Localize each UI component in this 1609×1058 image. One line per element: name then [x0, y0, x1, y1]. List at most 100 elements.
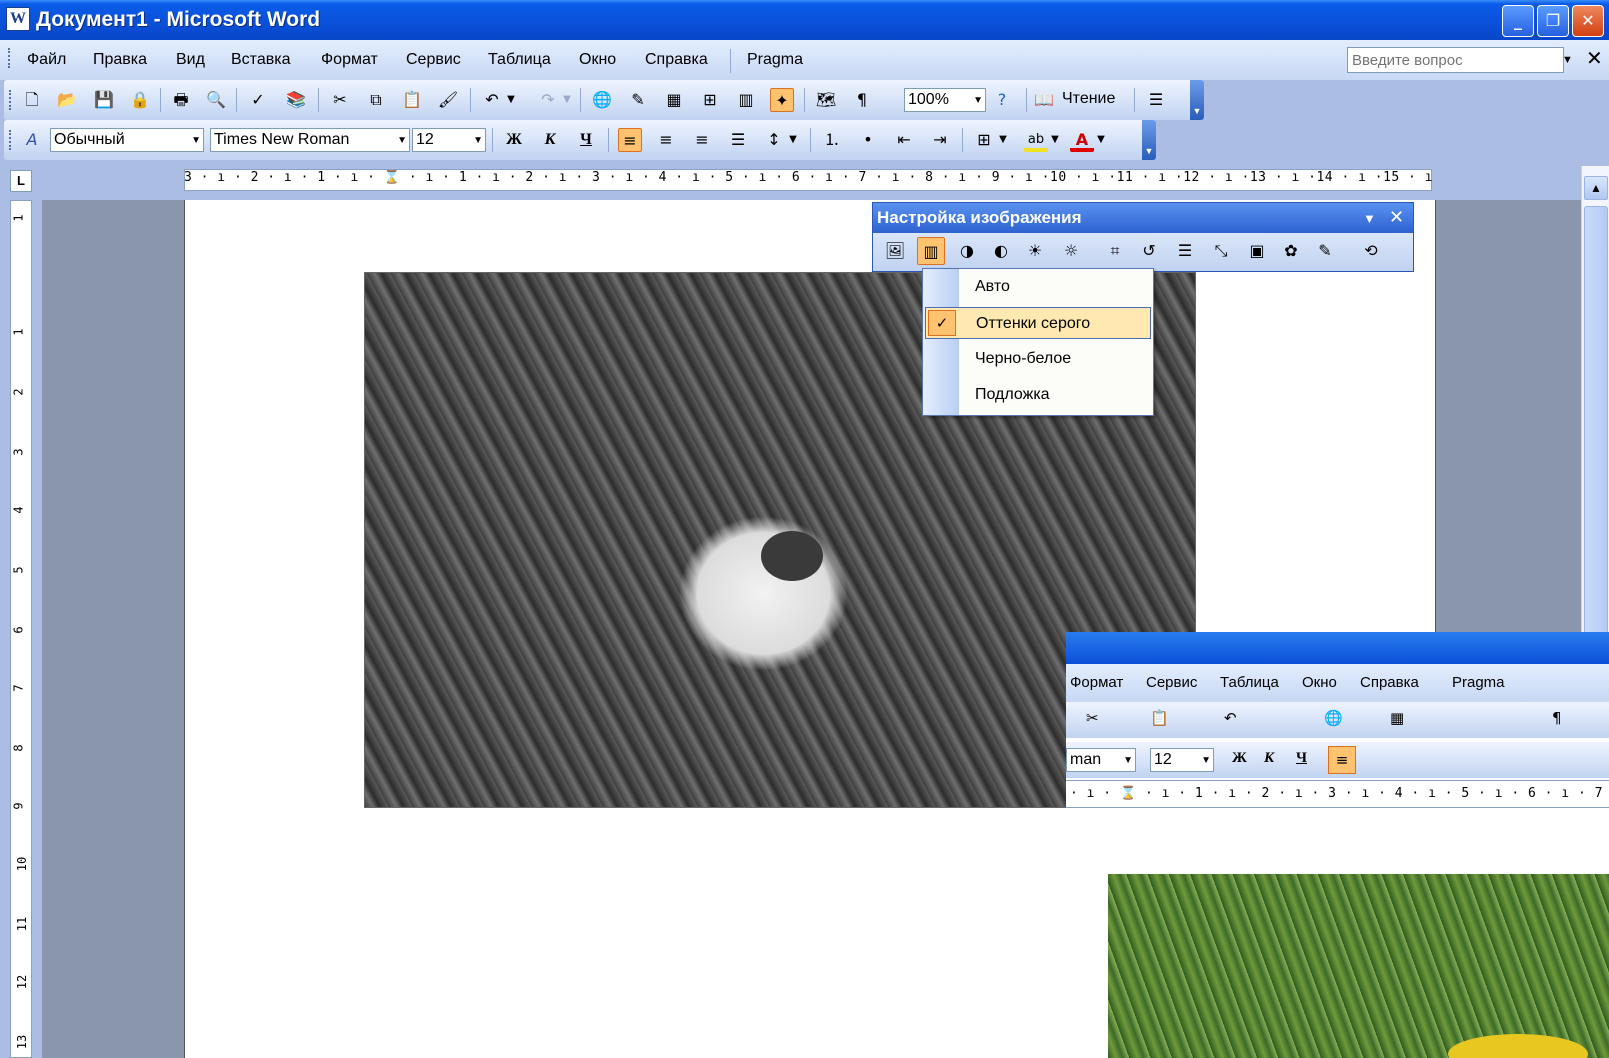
set-transparent-color-icon[interactable]: ✎	[1311, 237, 1339, 265]
insert-table-icon[interactable]: ▦	[1390, 709, 1404, 727]
menu-pragma[interactable]: Pragma	[747, 51, 803, 69]
restore-button[interactable]: ❐	[1537, 5, 1569, 37]
font-size-select[interactable]: 12 ▼	[412, 128, 486, 152]
overlay-menu-pragma[interactable]: Pragma	[1452, 674, 1505, 691]
color-dandelion-image[interactable]	[1108, 874, 1609, 1058]
zoom-select[interactable]: 100% ▼	[904, 88, 986, 112]
decrease-indent-icon[interactable]: ⇤	[892, 128, 916, 152]
bold-button[interactable]: Ж	[502, 128, 526, 152]
increase-indent-icon[interactable]: ⇥	[928, 128, 952, 152]
minimize-button[interactable]: _	[1502, 5, 1534, 37]
save-icon[interactable]: 💾	[92, 88, 116, 112]
toolbar-grip[interactable]	[9, 130, 12, 150]
color-option-grayscale[interactable]: ✓ Оттенки серого	[925, 307, 1151, 339]
overlay-menu-help[interactable]: Справка	[1360, 674, 1419, 691]
font-color-dropdown-icon[interactable]: ▼	[1094, 128, 1108, 152]
research-icon[interactable]: 📚	[284, 88, 308, 112]
scroll-up-icon[interactable]: ▲	[1584, 176, 1608, 200]
menu-help[interactable]: Справка	[645, 51, 708, 69]
redo-icon[interactable]: ↷	[536, 88, 560, 112]
reset-picture-icon[interactable]: ⟲	[1357, 237, 1385, 265]
crop-icon[interactable]: ⌗	[1101, 237, 1129, 265]
paste-icon[interactable]: 📋	[1150, 709, 1169, 727]
overlay-italic-button[interactable]: К	[1264, 750, 1274, 767]
menu-format[interactable]: Формат	[321, 51, 378, 69]
reading-button[interactable]: Чтение	[1062, 90, 1115, 108]
open-folder-icon[interactable]: 📂	[55, 88, 79, 112]
color-option-black-white[interactable]: Черно-белое	[925, 343, 1151, 375]
insert-picture-icon[interactable]: 🖼	[881, 237, 909, 265]
overlay-bold-button[interactable]: Ж	[1232, 750, 1247, 767]
compress-pictures-icon[interactable]: ⤡	[1207, 237, 1235, 265]
format-picture-icon[interactable]: ✿	[1277, 237, 1305, 265]
paste-icon[interactable]: 📋	[400, 88, 424, 112]
overlay-ruler[interactable]: · ı · ⌛ · ı · 1 · ı · 2 · ı · 3 · ı · 4 …	[1066, 780, 1609, 808]
overlay-menu-format[interactable]: Формат	[1070, 674, 1123, 691]
font-select[interactable]: Times New Roman ▼	[210, 128, 410, 152]
overlay-menu-window[interactable]: Окно	[1302, 674, 1337, 691]
toolbar-options-icon[interactable]: ▼	[1190, 80, 1204, 120]
toolbar-grip[interactable]	[9, 90, 12, 110]
highlight-button[interactable]: ab	[1024, 128, 1048, 152]
menu-window[interactable]: Окно	[579, 51, 616, 69]
italic-button[interactable]: К	[538, 128, 562, 152]
overlay-font-select[interactable]: man ▼	[1066, 748, 1136, 772]
color-option-washout[interactable]: Подложка	[925, 379, 1151, 411]
close-document-icon[interactable]: ✕	[1586, 46, 1603, 71]
close-icon[interactable]: ✕	[1389, 207, 1404, 228]
undo-dropdown-icon[interactable]: ▼	[504, 88, 518, 112]
bullets-icon[interactable]: •	[856, 128, 880, 152]
less-contrast-icon[interactable]: ◐	[987, 237, 1015, 265]
align-right-icon[interactable]: ≡	[690, 128, 714, 152]
align-center-icon[interactable]: ≡	[654, 128, 678, 152]
hyperlink-icon[interactable]: 🌐	[1324, 709, 1343, 727]
insert-table-icon[interactable]: ▦	[662, 88, 686, 112]
font-color-button[interactable]: A	[1070, 128, 1094, 152]
picture-toolbar-title[interactable]: Настройка изображения	[873, 203, 1413, 233]
line-spacing-dropdown-icon[interactable]: ▼	[786, 128, 800, 152]
menu-file[interactable]: Файл	[27, 51, 66, 69]
cut-icon[interactable]: ✂	[328, 88, 352, 112]
less-brightness-icon[interactable]: ☼	[1057, 237, 1085, 265]
style-select[interactable]: Обычный ▼	[50, 128, 204, 152]
underline-button[interactable]: Ч	[574, 128, 598, 152]
ask-question-input[interactable]	[1347, 47, 1564, 73]
rotate-icon[interactable]: ↺	[1135, 237, 1163, 265]
help-icon[interactable]: ?	[990, 88, 1014, 112]
tables-borders-icon[interactable]: ✎	[626, 88, 650, 112]
toolbar-options-icon[interactable]: ▼	[1142, 120, 1156, 160]
spelling-icon[interactable]: ✓	[246, 88, 270, 112]
numbering-icon[interactable]: ⒈	[820, 128, 844, 152]
line-style-icon[interactable]: ☰	[1171, 237, 1199, 265]
overlay-underline-button[interactable]: Ч	[1296, 750, 1307, 767]
styles-pane-icon[interactable]: A	[20, 128, 44, 152]
color-icon[interactable]: ▥	[917, 237, 945, 265]
overlay-font-size-select[interactable]: 12 ▼	[1150, 748, 1214, 772]
menu-view[interactable]: Вид	[176, 51, 205, 69]
word-app-icon[interactable]: W	[6, 7, 30, 31]
menubar-grip[interactable]	[8, 48, 11, 68]
ask-dropdown-icon[interactable]: ▼	[1562, 54, 1573, 66]
justify-icon[interactable]: ☰	[726, 128, 750, 152]
permission-icon[interactable]: 🔒	[128, 88, 152, 112]
align-left-icon[interactable]: ≡	[618, 128, 642, 152]
print-icon[interactable]: 🖶	[169, 88, 193, 112]
format-painter-icon[interactable]: 🖌	[436, 88, 460, 112]
borders-icon[interactable]: ⊞	[972, 128, 996, 152]
menu-table[interactable]: Таблица	[488, 51, 551, 69]
show-hide-pilcrow-icon[interactable]: ¶	[1552, 709, 1562, 727]
vertical-ruler[interactable]: 1 1 2 3 4 5 6 7 8 9 10 11 12 13	[10, 200, 32, 1058]
redo-dropdown-icon[interactable]: ▼	[560, 88, 574, 112]
print-preview-icon[interactable]: 🔍	[204, 88, 228, 112]
overlay-menu-table[interactable]: Таблица	[1220, 674, 1279, 691]
drawing-icon[interactable]: ✦	[770, 88, 794, 112]
document-map-icon[interactable]: 🗺	[814, 88, 838, 112]
show-hide-pilcrow-icon[interactable]: ¶	[850, 88, 874, 112]
highlight-dropdown-icon[interactable]: ▼	[1048, 128, 1062, 152]
overlay-align-left-icon[interactable]: ≡	[1328, 746, 1356, 774]
hyperlink-icon[interactable]: 🌐	[590, 88, 614, 112]
insert-excel-icon[interactable]: ⊞	[698, 88, 722, 112]
text-wrapping-icon[interactable]: ▣	[1243, 237, 1271, 265]
menu-tools[interactable]: Сервис	[406, 51, 461, 69]
undo-icon[interactable]: ↶	[480, 88, 504, 112]
